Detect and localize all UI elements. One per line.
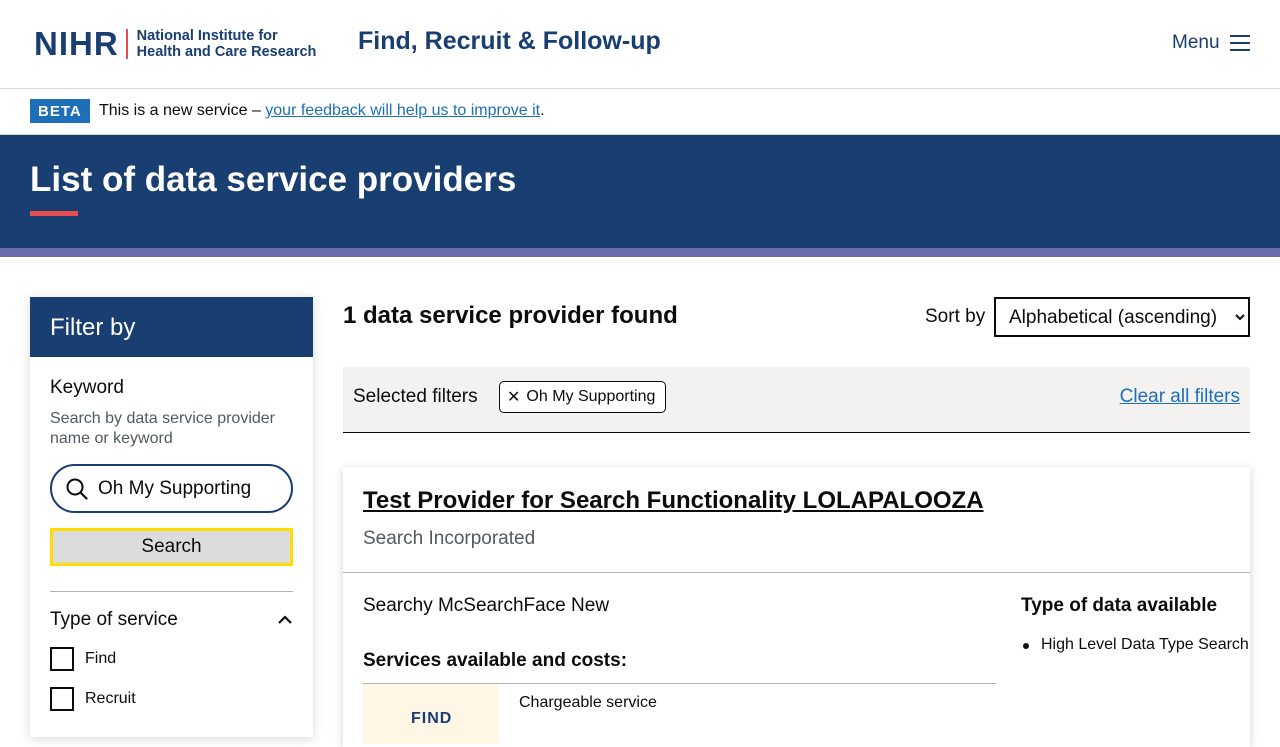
search-icon: [66, 478, 88, 500]
data-types-heading: Type of data available: [1021, 595, 1218, 616]
selected-filters-label: Selected filters: [353, 386, 478, 407]
hero-banner: List of data service providers: [0, 135, 1280, 248]
sort-select[interactable]: Alphabetical (ascending): [994, 297, 1250, 337]
checkbox-recruit-label: Recruit: [85, 690, 136, 707]
provider-description: Searchy McSearchFace New: [363, 595, 610, 616]
filter-divider: [50, 591, 293, 592]
logo-divider: [125, 29, 128, 59]
filter-chip-label: Oh My Supporting: [526, 388, 656, 405]
beta-text: This is a new service – your feedback wi…: [99, 102, 545, 120]
checkbox-recruit-box[interactable]: [50, 687, 74, 711]
result-card: Test Provider for Search Functionality L…: [343, 467, 1250, 747]
close-icon: ✕: [507, 389, 521, 406]
search-button[interactable]: Search: [50, 528, 293, 566]
filter-chip-keyword[interactable]: ✕ Oh My Supporting: [499, 381, 667, 413]
provider-organisation: Search Incorporated: [363, 528, 536, 549]
type-of-service-toggle[interactable]: Type of service: [50, 609, 293, 631]
clear-all-filters-link[interactable]: Clear all filters: [1120, 386, 1240, 408]
keyword-label: Keyword: [50, 377, 124, 398]
title-accent-bar: [30, 211, 78, 216]
filter-heading: Filter by: [30, 297, 313, 357]
logo-mark: NIHR: [34, 25, 119, 62]
checkbox-recruit[interactable]: Recruit: [50, 687, 293, 711]
logo-text-line2: Health and Care Research: [136, 44, 317, 60]
logo-text: National Institute for Health and Care R…: [137, 28, 317, 60]
checkbox-find[interactable]: Find: [50, 647, 293, 671]
hero-stripe: [0, 248, 1280, 257]
provider-title-link[interactable]: Test Provider for Search Functionality L…: [363, 487, 984, 515]
services-heading: Services available and costs:: [363, 650, 628, 671]
beta-banner: BETA This is a new service – your feedba…: [0, 89, 1280, 135]
results-count: 1 data service provider found: [343, 302, 678, 329]
logo-text-line1: National Institute for: [136, 28, 278, 44]
card-divider: [343, 572, 1250, 573]
keyword-input[interactable]: [98, 477, 278, 500]
list-item: High Level Data Type Search: [1021, 636, 1249, 654]
site-header: NIHR National Institute for Health and C…: [0, 0, 1280, 89]
menu-label: Menu: [1172, 32, 1220, 53]
selected-filters-bar: Selected filters ✕ Oh My Supporting Clea…: [343, 367, 1250, 433]
service-tag-label: FIND: [411, 710, 453, 727]
type-of-service-label: Type of service: [50, 609, 178, 630]
chevron-up-icon: [278, 615, 292, 624]
service-cost: Chargeable service: [519, 694, 657, 711]
beta-text-before: This is a new service –: [99, 102, 266, 119]
page-title: List of data service providers: [30, 160, 517, 199]
hamburger-icon: [1229, 35, 1250, 51]
beta-text-after: .: [540, 102, 545, 119]
nihr-logo[interactable]: NIHR National Institute for Health and C…: [34, 25, 317, 62]
checkbox-find-label: Find: [85, 650, 117, 667]
menu-button[interactable]: Menu: [1172, 32, 1250, 54]
filter-body: Keyword Search by data service provider …: [30, 357, 313, 731]
keyword-hint: Search by data service provider name or …: [50, 410, 275, 447]
checkbox-find-box[interactable]: [50, 647, 74, 671]
beta-tag: BETA: [30, 99, 90, 123]
service-tag-find: FIND: [363, 684, 499, 744]
sort-label: Sort by: [925, 306, 986, 327]
keyword-input-wrapper[interactable]: [50, 464, 293, 513]
service-name-link[interactable]: Find, Recruit & Follow-up: [358, 27, 661, 56]
feedback-link[interactable]: your feedback will help us to improve it: [265, 102, 540, 119]
data-types-list: High Level Data Type Search: [1021, 636, 1249, 654]
filter-panel: Filter by Keyword Search by data service…: [30, 297, 313, 737]
